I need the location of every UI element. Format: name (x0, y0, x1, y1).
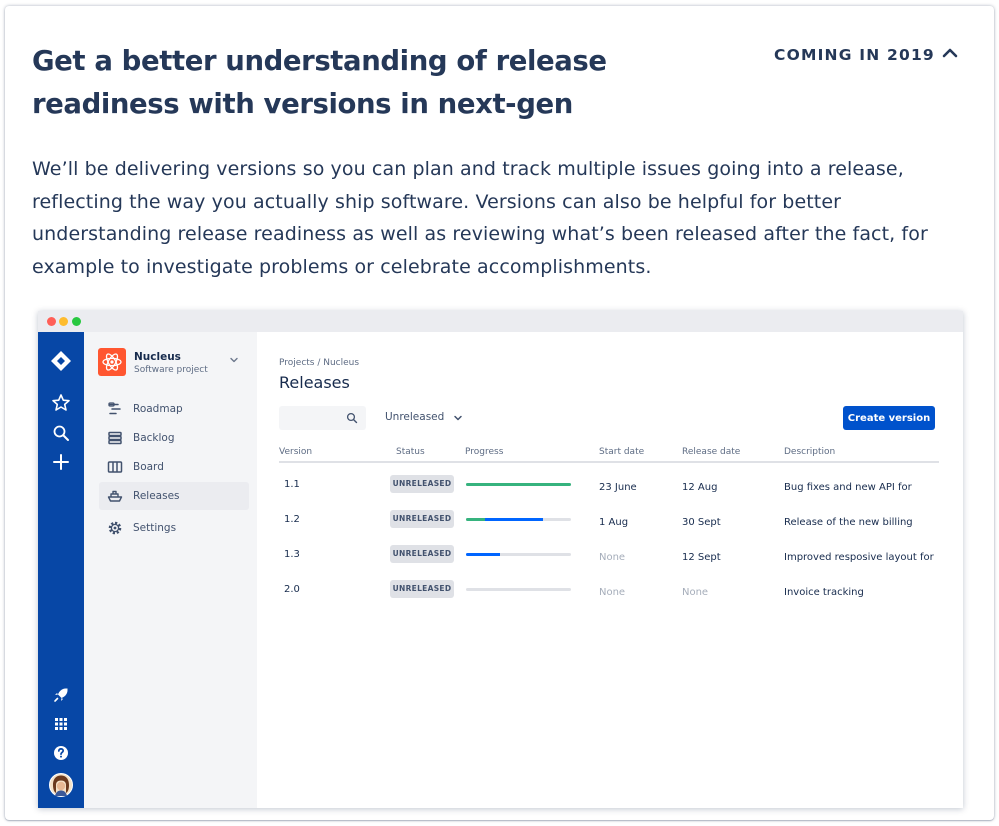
app-switcher-icon[interactable] (50, 713, 72, 735)
column-header-release-date[interactable]: Release date (682, 447, 740, 457)
chevron-down-icon[interactable] (452, 412, 464, 424)
search-input[interactable] (279, 406, 366, 430)
column-header-version[interactable]: Version (279, 447, 312, 457)
release-date-cell: None (682, 587, 709, 598)
progress-bar (466, 553, 571, 556)
card-title: Get a better understanding of release re… (32, 45, 607, 120)
sidebar-item-board[interactable]: Board (99, 453, 249, 481)
sidebar-item-backlog[interactable]: Backlog (99, 424, 249, 452)
description-cell: Improved resposive layout for (784, 552, 934, 563)
sidebar-item-label: Roadmap (133, 403, 183, 415)
table-row[interactable]: 1.1 UNRELEASED 23 June 12 Aug Bug fixes … (279, 471, 939, 505)
star-icon[interactable] (50, 392, 72, 414)
version-cell[interactable]: 2.0 (284, 584, 300, 595)
window-minimize-dot (59, 317, 68, 326)
status-filter-dropdown[interactable]: Unreleased (385, 411, 444, 423)
window-close-dot (47, 317, 56, 326)
start-date-cell: None (599, 587, 626, 598)
window-titlebar (38, 311, 963, 332)
sidebar-item-label: Releases (133, 490, 180, 502)
gear-icon (108, 521, 122, 535)
sidebar-item-roadmap[interactable]: Roadmap (99, 395, 249, 423)
releases-main: Projects / Nucleus Releases Unreleased C… (257, 332, 963, 808)
board-icon (107, 461, 123, 473)
release-date-cell: 30 Sept (682, 517, 721, 528)
start-date-cell: None (599, 552, 626, 563)
chevron-down-icon[interactable] (228, 354, 240, 366)
card-description: We’ll be delivering versions so you can … (32, 158, 928, 278)
table-row[interactable]: 1.2 UNRELEASED 1 Aug 30 Sept Release of … (279, 506, 939, 540)
version-cell[interactable]: 1.1 (284, 479, 300, 490)
progress-done-segment (466, 518, 485, 521)
create-version-button[interactable]: Create version (843, 406, 935, 430)
window-maximize-dot (72, 317, 81, 326)
atom-icon (102, 353, 122, 371)
search-icon[interactable] (50, 422, 72, 444)
project-sidebar: Nucleus Software project Roadmap Backlog… (84, 332, 257, 808)
page-title: Releases (279, 373, 350, 392)
backlog-icon (108, 431, 122, 445)
status-lozenge: UNRELEASED (390, 580, 454, 598)
project-avatar[interactable] (98, 348, 126, 376)
breadcrumb[interactable]: Projects / Nucleus (279, 358, 359, 368)
sidebar-item-releases[interactable]: Releases (99, 482, 249, 510)
roadmap-icon (108, 402, 121, 415)
version-cell[interactable]: 1.2 (284, 514, 300, 525)
chevron-up-icon[interactable] (939, 44, 961, 62)
ship-icon (107, 490, 123, 502)
search-icon (346, 412, 358, 424)
sidebar-item-label: Board (133, 461, 164, 473)
table-row[interactable]: 1.3 UNRELEASED None 12 Sept Improved res… (279, 541, 939, 575)
column-header-start-date[interactable]: Start date (599, 447, 644, 457)
progress-bar (466, 518, 571, 521)
coming-badge: COMING IN 2019 (774, 46, 935, 64)
start-date-cell: 23 June (599, 482, 637, 493)
table-header-divider (279, 461, 939, 463)
project-name[interactable]: Nucleus (134, 351, 181, 363)
table-row[interactable]: 2.0 UNRELEASED None None Invoice trackin… (279, 576, 939, 610)
create-plus-icon[interactable] (50, 451, 72, 473)
progress-in-progress-segment (484, 518, 543, 521)
release-date-cell: 12 Sept (682, 552, 721, 563)
rocket-icon[interactable] (50, 684, 72, 706)
sidebar-item-settings[interactable]: Settings (99, 514, 249, 542)
feature-card: Get a better understanding of release re… (5, 6, 994, 820)
project-type: Software project (134, 365, 208, 375)
progress-bar (466, 483, 571, 486)
sidebar-item-label: Settings (133, 522, 177, 534)
progress-bar (466, 588, 571, 591)
column-header-progress[interactable]: Progress (465, 447, 503, 457)
start-date-cell: 1 Aug (599, 517, 629, 528)
global-nav (38, 332, 84, 808)
avatar[interactable] (49, 773, 73, 797)
release-date-cell: 12 Aug (682, 482, 718, 493)
status-lozenge: UNRELEASED (390, 475, 454, 493)
status-lozenge: UNRELEASED (390, 545, 454, 563)
description-cell: Bug fixes and new API for (784, 482, 912, 493)
description-cell: Invoice tracking (784, 587, 864, 598)
column-header-description[interactable]: Description (784, 447, 835, 457)
releases-screenshot: Nucleus Software project Roadmap Backlog… (38, 311, 963, 808)
description-cell: Release of the new billing (784, 517, 913, 528)
jira-logo-icon[interactable] (50, 350, 72, 372)
progress-done-segment (466, 483, 571, 486)
version-cell[interactable]: 1.3 (284, 549, 300, 560)
sidebar-item-label: Backlog (133, 432, 175, 444)
help-icon[interactable] (50, 742, 72, 764)
progress-in-progress-segment (466, 553, 500, 556)
column-header-status[interactable]: Status (396, 447, 425, 457)
status-lozenge: UNRELEASED (390, 510, 454, 528)
